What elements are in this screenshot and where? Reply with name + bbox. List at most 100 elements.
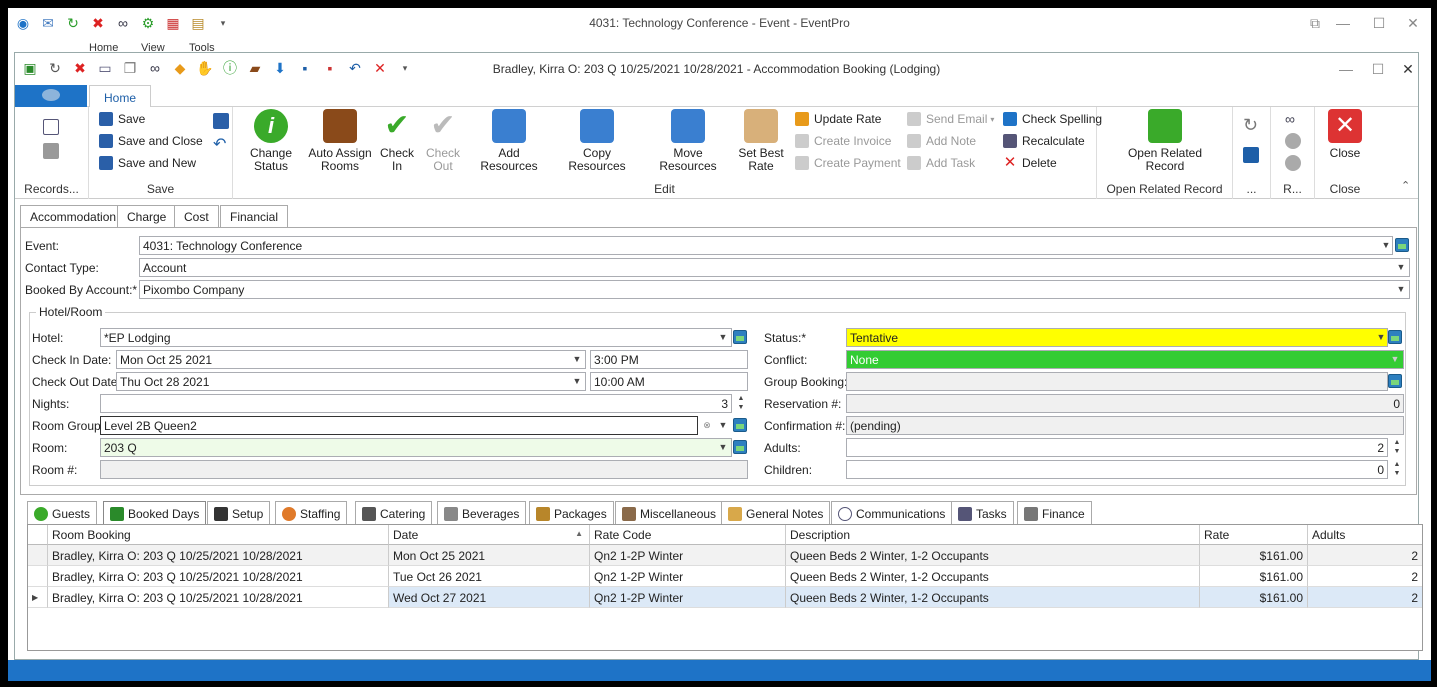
suitcase-icon[interactable]: ▰	[245, 58, 265, 78]
check-in-button[interactable]: ✔ Check In	[377, 109, 417, 173]
room-group-field[interactable]: Level 2B Queen2	[100, 416, 698, 435]
save-and-new-button[interactable]: Save and New	[99, 153, 196, 173]
contact-type-field[interactable]: Account	[139, 258, 1410, 277]
tab-cost[interactable]: Cost	[174, 205, 219, 227]
calendar-icon[interactable]: ▦	[163, 13, 183, 33]
check-in-time-field[interactable]: 3:00 PM	[590, 350, 748, 369]
copy-record-icon[interactable]	[43, 143, 59, 159]
table-row[interactable]: Bradley, Kirra O: 203 Q 10/25/2021 10/28…	[28, 545, 1422, 566]
delete-icon[interactable]: ✕	[370, 58, 390, 78]
check-in-date-field[interactable]: Mon Oct 25 2021	[116, 350, 586, 369]
collapse-ribbon-icon[interactable]: ⌃	[1401, 179, 1417, 195]
delete-button[interactable]: ✕ Delete	[1003, 153, 1057, 173]
chevron-down-icon[interactable]: ▼	[1374, 329, 1388, 346]
close-icon[interactable]: ✕	[1402, 13, 1424, 33]
tab-finance[interactable]: Finance	[1017, 501, 1092, 525]
chevron-down-icon[interactable]: ▼	[716, 329, 730, 346]
change-status-button[interactable]: i Change Status	[239, 109, 303, 173]
save-and-close-button[interactable]: Save and Close	[99, 131, 203, 151]
refresh-icon[interactable]: ↻	[1243, 116, 1259, 134]
refresh-icon[interactable]: ↻	[63, 13, 83, 33]
column-header-description[interactable]: Description	[786, 525, 1200, 545]
tab-beverages[interactable]: Beverages	[437, 501, 527, 525]
confirmation-field[interactable]: (pending)	[846, 416, 1404, 435]
booked-by-account-field[interactable]: Pixombo Company	[139, 280, 1410, 299]
status-field[interactable]: Tentative	[846, 328, 1388, 347]
open-record-icon[interactable]	[733, 440, 747, 454]
refresh-icon[interactable]: ↻	[45, 58, 65, 78]
ribbon-group-label[interactable]: ...	[1233, 182, 1270, 196]
open-record-icon[interactable]	[1388, 330, 1402, 344]
close-record-icon[interactable]: ✖	[88, 13, 108, 33]
column-header-date[interactable]: Date ▲	[389, 525, 590, 545]
maximize-icon[interactable]: ☐	[1367, 59, 1389, 79]
save-all-icon[interactable]	[213, 113, 229, 129]
check-out-date-field[interactable]: Thu Oct 28 2021	[116, 372, 586, 391]
chevron-down-icon[interactable]: ▼	[570, 351, 584, 368]
undo-icon[interactable]: ↶	[213, 137, 229, 153]
open-related-record-button[interactable]: Open Related Record	[1117, 109, 1213, 173]
reservation-field[interactable]: 0	[846, 394, 1404, 413]
chevron-down-icon[interactable]: ▼	[1394, 259, 1408, 276]
mail-icon[interactable]: ✉	[38, 13, 58, 33]
tab-booked-days[interactable]: Booked Days	[103, 501, 207, 526]
chevron-down-icon[interactable]: ▼	[1379, 237, 1393, 254]
adults-field[interactable]: 2	[846, 438, 1388, 457]
binoculars-icon[interactable]: ∞	[1285, 111, 1301, 127]
column-header-adults[interactable]: Adults	[1308, 525, 1422, 545]
column-header-room-booking[interactable]: Room Booking	[48, 525, 389, 545]
application-menu-button[interactable]	[15, 85, 87, 107]
room-field[interactable]: 203 Q	[100, 438, 732, 457]
open-record-icon[interactable]	[733, 418, 747, 432]
adults-spinner-icon[interactable]: ▲ ▼	[1390, 438, 1404, 455]
tab-guests[interactable]: Guests	[27, 501, 98, 525]
room-number-field[interactable]	[100, 460, 748, 479]
hotel-field[interactable]: *EP Lodging	[100, 328, 732, 347]
open-record-icon[interactable]	[1395, 238, 1409, 252]
children-spinner-icon[interactable]: ▲ ▼	[1390, 460, 1404, 477]
info-icon[interactable]: ⓘ	[220, 58, 240, 78]
tab-setup[interactable]: Setup	[207, 501, 271, 525]
open-record-icon[interactable]	[1388, 374, 1402, 388]
new-icon[interactable]: ▭	[95, 58, 115, 78]
binoculars-icon[interactable]: ∞	[145, 58, 165, 78]
phone-icon[interactable]	[1243, 147, 1259, 163]
table-row[interactable]: Bradley, Kirra O: 203 Q 10/25/2021 10/28…	[28, 566, 1422, 587]
new-record-icon[interactable]	[43, 119, 59, 135]
close-button[interactable]: ✕ Close	[1323, 109, 1367, 160]
clear-icon[interactable]: ⊗	[700, 417, 714, 434]
ribbon-group-label[interactable]: Records...	[15, 182, 88, 196]
conflict-field[interactable]: None	[846, 350, 1404, 369]
undo-icon[interactable]: ↶	[345, 58, 365, 78]
tab-miscellaneous[interactable]: Miscellaneous	[615, 501, 724, 525]
tab-financial[interactable]: Financial	[220, 205, 289, 227]
recalculate-button[interactable]: Recalculate	[1003, 131, 1085, 151]
tab-tasks[interactable]: Tasks	[951, 501, 1014, 525]
nights-spinner-icon[interactable]: ▲ ▼	[734, 394, 748, 411]
chevron-down-icon[interactable]: ▼	[716, 439, 730, 456]
tab-packages[interactable]: Packages	[529, 501, 614, 525]
customize-qat-icon[interactable]: ▾	[213, 13, 233, 33]
import-icon[interactable]: ⬇	[270, 58, 290, 78]
binoculars-icon[interactable]: ∞	[113, 13, 133, 33]
copy-resources-button[interactable]: Copy Resources	[555, 109, 639, 173]
update-rate-button[interactable]: Update Rate	[795, 109, 881, 129]
column-header-rate-code[interactable]: Rate Code	[590, 525, 786, 545]
set-best-rate-button[interactable]: Set Best Rate	[735, 109, 787, 173]
tab-communications[interactable]: Communications	[831, 501, 953, 525]
chevron-down-icon[interactable]: ▼	[716, 417, 730, 434]
open-record-icon[interactable]	[733, 330, 747, 344]
tab-general-notes[interactable]: General Notes	[721, 501, 831, 525]
chevron-down-icon[interactable]: ▼	[1394, 281, 1408, 298]
check-out-time-field[interactable]: 10:00 AM	[590, 372, 748, 391]
save-icon[interactable]: ▪	[295, 58, 315, 78]
maximize-icon[interactable]: ☐	[1368, 13, 1390, 33]
table-row-selected[interactable]: ▶ Bradley, Kirra O: 203 Q 10/25/2021 10/…	[28, 587, 1422, 608]
grid-icon[interactable]: ▣	[20, 58, 40, 78]
save-button[interactable]: Save	[99, 109, 145, 129]
move-resources-button[interactable]: Move Resources	[645, 109, 731, 173]
tab-charge[interactable]: Charge	[117, 205, 177, 227]
nights-field[interactable]: 3	[100, 394, 732, 413]
check-spelling-button[interactable]: Check Spelling	[1003, 109, 1102, 129]
auto-assign-rooms-button[interactable]: Auto Assign Rooms	[307, 109, 373, 173]
